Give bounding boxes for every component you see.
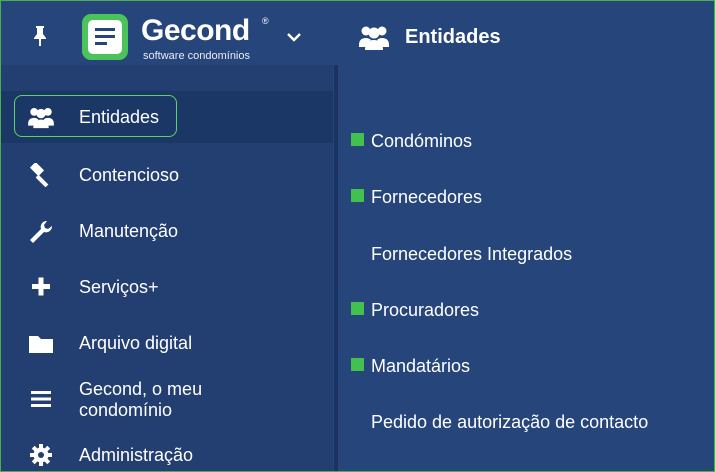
submenu-panel: Condóminos Fornecedores Fornecedores Int… (338, 65, 714, 471)
sidebar-item-label: Serviços+ (79, 277, 159, 297)
status-marker (351, 189, 364, 202)
sidebar-item-arquivo-digital[interactable]: Arquivo digital (1, 317, 333, 369)
sidebar-item-label: Arquivo digital (79, 333, 193, 353)
submenu-item-label: Mandatários (371, 356, 471, 376)
status-marker (351, 133, 364, 146)
logo-document-icon (88, 20, 122, 54)
sidebar-item-contencioso[interactable]: Contencioso (1, 149, 333, 201)
sidebar-item-gecond-meu-condominio[interactable]: Gecond, o meu condomínio (1, 373, 333, 425)
submenu-item-label: Procuradores (371, 300, 480, 320)
plus-icon (32, 277, 50, 296)
top-header: Gecond ® software condomínios Entidades (1, 1, 714, 65)
users-icon (28, 108, 54, 129)
submenu-item-fornecedores-integrados[interactable]: Fornecedores Integrados (338, 239, 714, 269)
submenu-item-condominos[interactable]: Condóminos (338, 126, 714, 156)
gavel-icon (29, 163, 49, 187)
logo-mark[interactable] (82, 14, 128, 60)
logo-tagline: software condomínios (143, 50, 250, 62)
wrench-icon (30, 220, 53, 243)
sidebar-item-label: Contencioso (79, 165, 180, 185)
status-marker (351, 358, 364, 371)
status-marker (351, 302, 364, 315)
sidebar-item-label: Gecond, o meu condomínio (79, 379, 203, 420)
sidebar-item-manutencao[interactable]: Manutenção (1, 205, 333, 257)
submenu-item-label: Condóminos (371, 131, 473, 151)
users-icon (359, 26, 389, 50)
sidebar: Entidades Contencioso Manutenção Serviço… (1, 65, 333, 471)
menu-lines-icon (31, 391, 51, 407)
logo-name: Gecond (141, 14, 250, 47)
sidebar-item-label: Entidades (79, 107, 160, 127)
submenu-item-label: Pedido de autorização de contacto (371, 412, 649, 432)
submenu-item-procuradores[interactable]: Procuradores (338, 295, 714, 325)
gear-icon (30, 444, 52, 466)
page-title: Entidades (405, 26, 501, 48)
chevron-down-icon[interactable] (286, 31, 302, 43)
submenu-item-label: Fornecedores (371, 187, 483, 207)
submenu-item-mandatarios[interactable]: Mandatários (338, 351, 714, 381)
pin-icon[interactable] (30, 25, 50, 47)
submenu-item-fornecedores[interactable]: Fornecedores (338, 182, 714, 212)
sidebar-item-label: Manutenção (79, 221, 179, 241)
app-window: Gecond ® software condomínios Entidades (0, 0, 715, 472)
submenu-item-pedido-autorizacao-contacto[interactable]: Pedido de autorização de contacto (338, 407, 714, 437)
submenu-item-label: Fornecedores Integrados (371, 244, 573, 264)
logo-registered-mark: ® (262, 16, 269, 26)
sidebar-item-administracao[interactable]: Administração (1, 429, 333, 471)
folder-icon (29, 336, 53, 353)
sidebar-item-entidades[interactable]: Entidades (1, 91, 333, 143)
sidebar-item-servicos[interactable]: Serviços+ (1, 261, 333, 313)
sidebar-item-label: Administração (79, 445, 194, 465)
